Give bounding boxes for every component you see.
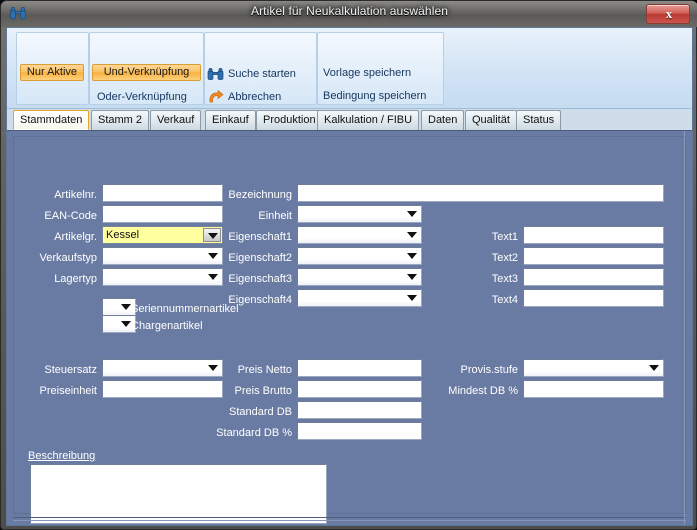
label-preis-netto: Preis Netto: [237, 364, 292, 376]
input-text2[interactable]: [523, 247, 664, 265]
label-text4: Text4: [491, 294, 518, 306]
button-abbrechen[interactable]: Abbrechen: [207, 89, 281, 105]
chevron-down-icon: [407, 211, 417, 217]
label-artikelgr: Artikelgr.: [54, 231, 97, 243]
label-provis-stufe: Provis.stufe: [460, 364, 518, 376]
input-text1[interactable]: [523, 226, 664, 244]
tab-stammdaten[interactable]: Stammdaten: [13, 110, 90, 130]
label-steuersatz: Steuersatz: [44, 364, 97, 376]
toggle-oder-verknuepfung[interactable]: Oder-Verknüpfung: [97, 90, 187, 104]
input-text3[interactable]: [523, 268, 664, 286]
label-preis-brutto: Preis Brutto: [234, 385, 292, 397]
label-standard-db: Standard DB: [229, 406, 292, 418]
tab-produktion[interactable]: Produktion: [256, 110, 323, 130]
button-bedingung-speichern[interactable]: Bedingung speichern: [323, 89, 426, 103]
chevron-down-icon: [649, 365, 659, 371]
label-preiseinheit: Preiseinheit: [39, 385, 97, 397]
combo-steuersatz[interactable]: [102, 359, 223, 377]
toggle-und-verknuepfung[interactable]: Und-Verknüpfung: [92, 64, 201, 81]
undo-arrow-icon: [207, 89, 224, 105]
toggle-nur-aktive[interactable]: Nur Aktive: [20, 64, 84, 81]
tab-stamm-2[interactable]: Stamm 2: [91, 110, 150, 130]
label-text3: Text3: [491, 273, 518, 285]
chevron-down-icon: [407, 274, 417, 280]
combo-eigenschaft2[interactable]: [297, 247, 422, 265]
input-standard-db[interactable]: [297, 401, 422, 419]
input-mindest-db-prozent[interactable]: [523, 380, 664, 398]
combo-provis-stufe[interactable]: [523, 359, 664, 377]
tab-strip: Stammdaten Stamm 2 Verkauf Einkauf Produ…: [7, 109, 692, 131]
tab-status[interactable]: Status: [516, 110, 562, 130]
combo-eigenschaft4[interactable]: [297, 289, 422, 307]
input-preis-netto[interactable]: [297, 359, 422, 377]
right-edge-divider: [684, 131, 685, 525]
tab-verkauf[interactable]: Verkauf: [150, 110, 202, 130]
input-bezeichnung[interactable]: [297, 184, 664, 202]
input-standard-db-prozent[interactable]: [297, 422, 422, 440]
label-chargenartikel: Chargenartikel: [131, 320, 203, 332]
combo-artikelgr[interactable]: Kessel: [102, 226, 223, 244]
client-area: Nur Aktive Und-Verknüpfung Oder-Verknüpf…: [6, 27, 693, 526]
input-text4[interactable]: [523, 289, 664, 307]
input-preis-brutto[interactable]: [297, 380, 422, 398]
chevron-down-icon: [407, 253, 417, 259]
chevron-down-icon: [121, 321, 131, 327]
panel-divider: [13, 517, 686, 521]
tab-qualitaet[interactable]: Qualität: [465, 110, 517, 130]
form-area: Artikelnr. EAN-Code Artikelgr. Kessel Ve…: [13, 136, 686, 524]
button-label: Suche starten: [228, 68, 296, 80]
form-panel: Artikelnr. EAN-Code Artikelgr. Kessel Ve…: [7, 130, 692, 525]
close-icon: x: [665, 6, 673, 21]
button-vorlage-speichern[interactable]: Vorlage speichern: [323, 66, 411, 80]
combo-lagertyp[interactable]: [102, 268, 223, 286]
combo-eigenschaft3[interactable]: [297, 268, 422, 286]
label-eigenschaft1: Eigenschaft1: [228, 231, 292, 243]
combo-verkaufstyp[interactable]: [102, 247, 223, 265]
chevron-down-icon: [121, 304, 131, 310]
window-title: Artikel für Neukalkulation auswählen: [250, 4, 449, 18]
input-ean-code[interactable]: [102, 205, 223, 223]
label-verkaufstyp: Verkaufstyp: [39, 252, 97, 264]
label-eigenschaft3: Eigenschaft3: [228, 273, 292, 285]
label-standard-db-prozent: Standard DB %: [216, 427, 292, 439]
input-preiseinheit[interactable]: [102, 380, 223, 398]
button-label: Abbrechen: [228, 91, 282, 103]
label-eigenschaft4: Eigenschaft4: [228, 294, 292, 306]
application-window: Artikel für Neukalkulation auswählen x N…: [0, 0, 697, 530]
label-bezeichnung: Bezeichnung: [228, 189, 292, 201]
label-text2: Text2: [491, 252, 518, 264]
combo-eigenschaft1[interactable]: [297, 226, 422, 244]
chevron-down-icon: [407, 232, 417, 238]
tab-daten[interactable]: Daten: [421, 110, 465, 130]
combo-einheit[interactable]: [297, 205, 422, 223]
label-lagertyp: Lagertyp: [54, 273, 97, 285]
label-beschreibung: Beschreibung: [28, 450, 96, 462]
ribbon-toolbar: Nur Aktive Und-Verknüpfung Oder-Verknüpf…: [7, 28, 692, 126]
button-suche-starten[interactable]: Suche starten: [207, 66, 296, 82]
label-einheit: Einheit: [258, 210, 292, 222]
tab-einkauf[interactable]: Einkauf: [205, 110, 256, 130]
label-mindest-db-prozent: Mindest DB %: [448, 385, 518, 397]
label-artikelnr: Artikelnr.: [54, 189, 97, 201]
close-button[interactable]: x: [646, 4, 690, 24]
label-eigenschaft2: Eigenschaft2: [228, 252, 292, 264]
chevron-down-icon: [407, 295, 417, 301]
combo-value: Kessel: [106, 229, 140, 241]
tab-kalkulation-fibu[interactable]: Kalkulation / FIBU: [317, 110, 420, 130]
title-bar: Artikel für Neukalkulation auswählen x: [1, 1, 697, 27]
binoculars-icon: [207, 66, 224, 82]
label-text1: Text1: [491, 231, 518, 243]
label-ean-code: EAN-Code: [44, 210, 97, 222]
input-artikelnr[interactable]: [102, 184, 223, 202]
textarea-beschreibung[interactable]: [30, 464, 327, 524]
